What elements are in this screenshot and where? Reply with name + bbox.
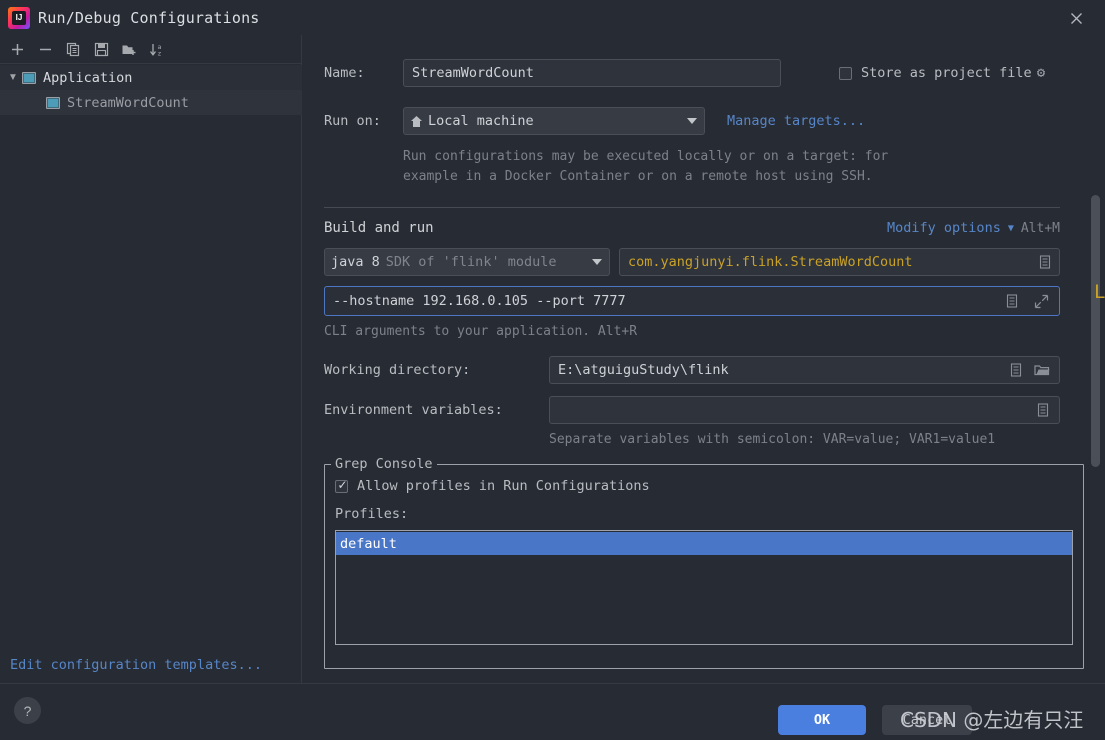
svg-text:z: z bbox=[158, 49, 162, 57]
run-on-row: Run on: Local machine Manage targets... bbox=[324, 107, 1084, 135]
jre-value-suffix: SDK of 'flink' module bbox=[386, 254, 557, 270]
configuration-detail-panel: Name: StreamWordCount Store as project f… bbox=[303, 35, 1105, 683]
name-row: Name: StreamWordCount Store as project f… bbox=[324, 59, 1084, 87]
remove-configuration-button[interactable] bbox=[32, 37, 58, 61]
environment-variables-hint: Separate variables with semicolon: VAR=v… bbox=[549, 430, 1084, 450]
configuration-form: Name: StreamWordCount Store as project f… bbox=[324, 35, 1084, 669]
run-on-value: Local machine bbox=[428, 113, 534, 129]
program-arguments-value: --hostname 192.168.0.105 --port 7777 bbox=[333, 293, 626, 309]
allow-profiles-row: Allow profiles in Run Configurations bbox=[335, 478, 1073, 494]
dialog-title: Run/Debug Configurations bbox=[38, 9, 260, 27]
grep-console-group: Grep Console Allow profiles in Run Confi… bbox=[324, 464, 1084, 669]
run-on-label: Run on: bbox=[324, 113, 403, 129]
title-bar: Run/Debug Configurations bbox=[0, 0, 1105, 35]
jre-select[interactable]: java 8 SDK of 'flink' module bbox=[324, 248, 610, 276]
help-button[interactable]: ? bbox=[14, 697, 41, 724]
profiles-list[interactable]: default bbox=[335, 530, 1073, 645]
expand-list-icon[interactable] bbox=[1038, 255, 1052, 269]
tree-item-label: StreamWordCount bbox=[67, 95, 189, 111]
profile-label: default bbox=[340, 536, 397, 552]
allow-profiles-checkbox[interactable] bbox=[335, 480, 348, 493]
sidebar-toolbar: a z bbox=[0, 35, 302, 64]
edit-configuration-templates-label: Edit configuration templates... bbox=[10, 657, 262, 673]
chevron-down-icon[interactable]: ▼ bbox=[4, 72, 22, 83]
modify-options-link[interactable]: Modify options bbox=[887, 220, 1001, 236]
application-icon bbox=[46, 97, 60, 109]
tree-group-label: Application bbox=[43, 70, 132, 86]
home-icon bbox=[410, 115, 423, 128]
environment-variables-label: Environment variables: bbox=[324, 402, 549, 418]
chevron-down-icon bbox=[592, 259, 602, 265]
clipped-background-glyph: L bbox=[1094, 281, 1105, 303]
close-icon[interactable] bbox=[1063, 5, 1089, 31]
intellij-idea-logo-icon bbox=[8, 7, 30, 29]
name-label: Name: bbox=[324, 65, 403, 81]
tree-item-streamwordcount[interactable]: StreamWordCount bbox=[0, 90, 302, 115]
configurations-tree: ▼ Application StreamWordCount bbox=[0, 65, 302, 115]
store-as-project-file-checkbox[interactable] bbox=[839, 67, 852, 80]
store-as-project-file-label: Store as project file bbox=[861, 65, 1032, 81]
tree-group-application[interactable]: ▼ Application bbox=[0, 65, 302, 90]
edit-configuration-templates-link[interactable]: Edit configuration templates... bbox=[0, 647, 302, 683]
detail-scrollbar-thumb[interactable] bbox=[1091, 195, 1100, 467]
profiles-label: Profiles: bbox=[335, 506, 1073, 522]
chevron-down-icon[interactable]: ▼ bbox=[1008, 223, 1014, 234]
name-input-value: StreamWordCount bbox=[412, 65, 534, 81]
application-icon bbox=[22, 72, 36, 84]
program-arguments-hint: CLI arguments to your application. Alt+R bbox=[324, 322, 1084, 342]
expand-editor-icon[interactable] bbox=[1034, 294, 1049, 309]
build-and-run-header: Build and run Modify options ▼ Alt+M bbox=[324, 220, 1060, 236]
name-input[interactable]: StreamWordCount bbox=[403, 59, 781, 87]
manage-targets-link[interactable]: Manage targets... bbox=[727, 113, 865, 129]
section-divider bbox=[324, 207, 1060, 208]
sdk-mainclass-row: java 8 SDK of 'flink' module com.yangjun… bbox=[324, 248, 1084, 276]
build-and-run-title: Build and run bbox=[324, 220, 434, 236]
detail-scrollbar-track[interactable] bbox=[1091, 195, 1100, 505]
jre-value-prefix: java 8 bbox=[331, 254, 380, 270]
cancel-button[interactable]: Cancel bbox=[882, 705, 972, 735]
environment-variables-row: Environment variables: bbox=[324, 396, 1084, 424]
environment-variables-input[interactable] bbox=[549, 396, 1060, 424]
allow-profiles-label: Allow profiles in Run Configurations bbox=[357, 478, 650, 494]
modify-options-shortcut: Alt+M bbox=[1021, 221, 1060, 236]
working-directory-label: Working directory: bbox=[324, 362, 549, 378]
gear-icon[interactable]: ⚙ bbox=[1037, 65, 1045, 81]
configurations-sidebar: a z ▼ Application StreamWordCount Edit c… bbox=[0, 35, 302, 683]
working-directory-row: Working directory: E:\atguiguStudy\flink bbox=[324, 356, 1084, 384]
run-on-select[interactable]: Local machine bbox=[403, 107, 705, 135]
run-on-hint-line1: Run configurations may be executed local… bbox=[403, 147, 1084, 167]
add-configuration-button[interactable] bbox=[4, 37, 30, 61]
working-directory-input[interactable]: E:\atguiguStudy\flink bbox=[549, 356, 1060, 384]
expand-list-icon[interactable] bbox=[1036, 403, 1050, 417]
run-debug-configurations-dialog: Run/Debug Configurations bbox=[0, 0, 1105, 740]
sort-alphabetical-button[interactable]: a z bbox=[144, 37, 170, 61]
program-arguments-input[interactable]: --hostname 192.168.0.105 --port 7777 bbox=[324, 286, 1060, 316]
expand-list-icon[interactable] bbox=[1005, 294, 1019, 308]
expand-list-icon[interactable] bbox=[1009, 363, 1023, 377]
main-class-value: com.yangjunyi.flink.StreamWordCount bbox=[628, 254, 912, 270]
chevron-down-icon bbox=[687, 118, 697, 124]
list-item[interactable]: default bbox=[336, 532, 1072, 555]
main-class-input[interactable]: com.yangjunyi.flink.StreamWordCount bbox=[619, 248, 1060, 276]
run-on-hint: Run configurations may be executed local… bbox=[403, 147, 1084, 187]
grep-console-legend: Grep Console bbox=[331, 456, 437, 472]
folder-icon[interactable] bbox=[1034, 363, 1050, 377]
move-to-folder-button[interactable] bbox=[116, 37, 142, 61]
working-directory-value: E:\atguiguStudy\flink bbox=[558, 362, 729, 378]
run-on-hint-line2: example in a Docker Container or on a re… bbox=[403, 167, 1084, 187]
save-configuration-button[interactable] bbox=[88, 37, 114, 61]
ok-button[interactable]: OK bbox=[778, 705, 866, 735]
copy-configuration-button[interactable] bbox=[60, 37, 86, 61]
